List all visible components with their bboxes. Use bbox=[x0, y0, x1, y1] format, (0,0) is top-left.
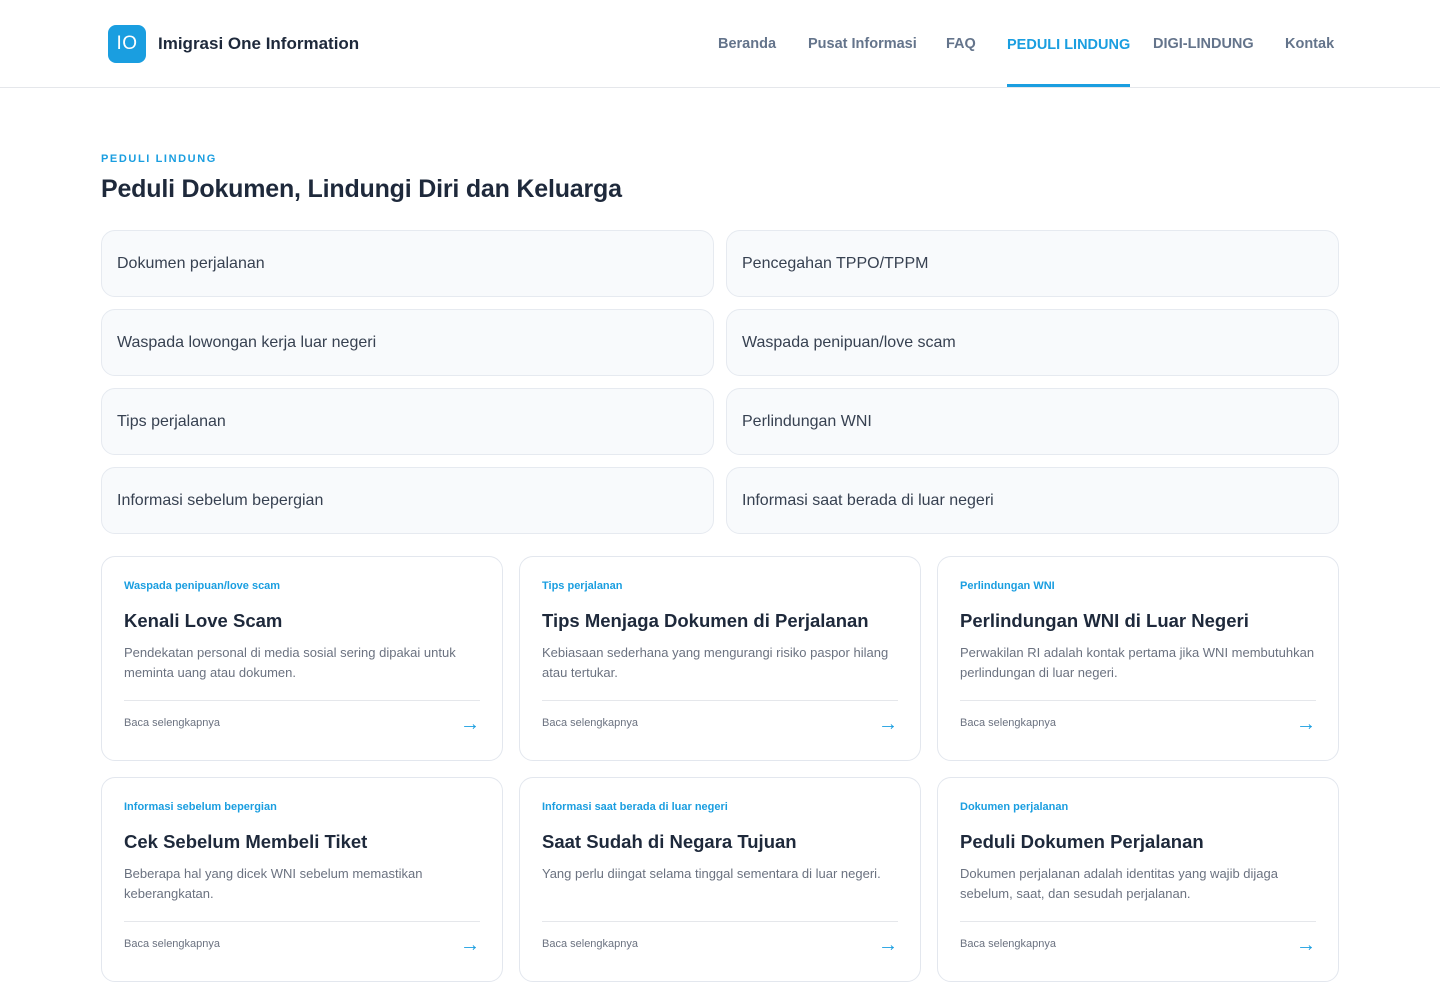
read-more-link[interactable]: Baca selengkapnya bbox=[542, 938, 638, 950]
arrow-right-icon[interactable]: → bbox=[1296, 713, 1316, 736]
card-description: Pendekatan personal di media sosial seri… bbox=[124, 645, 456, 680]
card-category: Dokumen perjalanan bbox=[960, 801, 1069, 813]
card-divider bbox=[542, 921, 898, 922]
card-description: Dokumen perjalanan adalah identitas yang… bbox=[960, 866, 1278, 901]
topic-waspada-penipuan[interactable]: Waspada penipuan/love scam bbox=[726, 309, 1339, 376]
card-title: Cek Sebelum Membeli Tiket bbox=[124, 831, 368, 852]
article-card[interactable]: Tips perjalanan Tips Menjaga Dokumen di … bbox=[519, 556, 921, 761]
topic-dokumen-perjalanan[interactable]: Dokumen perjalanan bbox=[101, 230, 714, 297]
arrow-right-icon[interactable]: → bbox=[1296, 934, 1316, 957]
arrow-right-icon[interactable]: → bbox=[460, 713, 480, 736]
read-more-link[interactable]: Baca selengkapnya bbox=[960, 717, 1056, 729]
card-title: Kenali Love Scam bbox=[124, 610, 283, 631]
card-divider bbox=[542, 700, 898, 701]
main-nav: Beranda Pusat Informasi FAQ PEDULI LINDU… bbox=[0, 0, 1440, 88]
topic-informasi-di-luar-negeri[interactable]: Informasi saat berada di luar negeri bbox=[726, 467, 1339, 534]
card-description: Perwakilan RI adalah kontak pertama jika… bbox=[960, 645, 1315, 680]
article-card[interactable]: Dokumen perjalanan Peduli Dokumen Perjal… bbox=[937, 777, 1339, 982]
arrow-right-icon[interactable]: → bbox=[460, 934, 480, 957]
nav-digi-lindung[interactable]: DIGI-LINDUNG bbox=[1153, 0, 1254, 88]
card-category: Waspada penipuan/love scam bbox=[124, 580, 281, 592]
read-more-link[interactable]: Baca selengkapnya bbox=[124, 717, 220, 729]
card-title: Peduli Dokumen Perjalanan bbox=[960, 831, 1204, 852]
card-divider bbox=[960, 700, 1316, 701]
topic-perlindungan-wni[interactable]: Perlindungan WNI bbox=[726, 388, 1339, 455]
card-divider bbox=[960, 921, 1316, 922]
card-description: Kebiasaan sederhana yang mengurangi risi… bbox=[542, 645, 889, 680]
read-more-link[interactable]: Baca selengkapnya bbox=[124, 938, 220, 950]
article-card[interactable]: Perlindungan WNI Perlindungan WNI di Lua… bbox=[937, 556, 1339, 761]
article-card[interactable]: Waspada penipuan/love scam Kenali Love S… bbox=[101, 556, 503, 761]
article-card[interactable]: Informasi saat berada di luar negeri Saa… bbox=[519, 777, 921, 982]
topic-pencegahan-tppo[interactable]: Pencegahan TPPO/TPPM bbox=[726, 230, 1339, 297]
nav-faq[interactable]: FAQ bbox=[946, 0, 976, 88]
arrow-right-icon[interactable]: → bbox=[878, 934, 898, 957]
topic-waspada-lowongan-kerja[interactable]: Waspada lowongan kerja luar negeri bbox=[101, 309, 714, 376]
card-title: Perlindungan WNI di Luar Negeri bbox=[960, 610, 1249, 631]
card-title: Tips Menjaga Dokumen di Perjalanan bbox=[542, 610, 869, 631]
page-title: Peduli Dokumen, Lindungi Diri dan Keluar… bbox=[101, 175, 622, 203]
nav-pusat-informasi[interactable]: Pusat Informasi bbox=[808, 0, 917, 88]
nav-kontak[interactable]: Kontak bbox=[1285, 0, 1334, 88]
arrow-right-icon[interactable]: → bbox=[878, 713, 898, 736]
card-category: Informasi sebelum bepergian bbox=[124, 801, 277, 813]
card-category: Tips perjalanan bbox=[542, 580, 623, 592]
article-card[interactable]: Informasi sebelum bepergian Cek Sebelum … bbox=[101, 777, 503, 982]
card-title: Saat Sudah di Negara Tujuan bbox=[542, 831, 797, 852]
card-description: Yang perlu diingat selama tinggal sement… bbox=[542, 866, 881, 881]
card-category: Informasi saat berada di luar negeri bbox=[542, 801, 728, 813]
card-description: Beberapa hal yang dicek WNI sebelum mema… bbox=[124, 866, 423, 901]
card-category: Perlindungan WNI bbox=[960, 580, 1055, 592]
card-divider bbox=[124, 700, 480, 701]
nav-peduli-lindung[interactable]: PEDULI LINDUNG bbox=[1007, 0, 1131, 87]
read-more-link[interactable]: Baca selengkapnya bbox=[960, 938, 1056, 950]
topic-informasi-sebelum-bepergian[interactable]: Informasi sebelum bepergian bbox=[101, 467, 714, 534]
card-divider bbox=[124, 921, 480, 922]
nav-beranda[interactable]: Beranda bbox=[718, 0, 776, 88]
site-header: IO Imigrasi One Information Beranda Pusa… bbox=[0, 0, 1440, 88]
section-eyebrow: PEDULI LINDUNG bbox=[101, 153, 217, 165]
read-more-link[interactable]: Baca selengkapnya bbox=[542, 717, 638, 729]
topic-tips-perjalanan[interactable]: Tips perjalanan bbox=[101, 388, 714, 455]
